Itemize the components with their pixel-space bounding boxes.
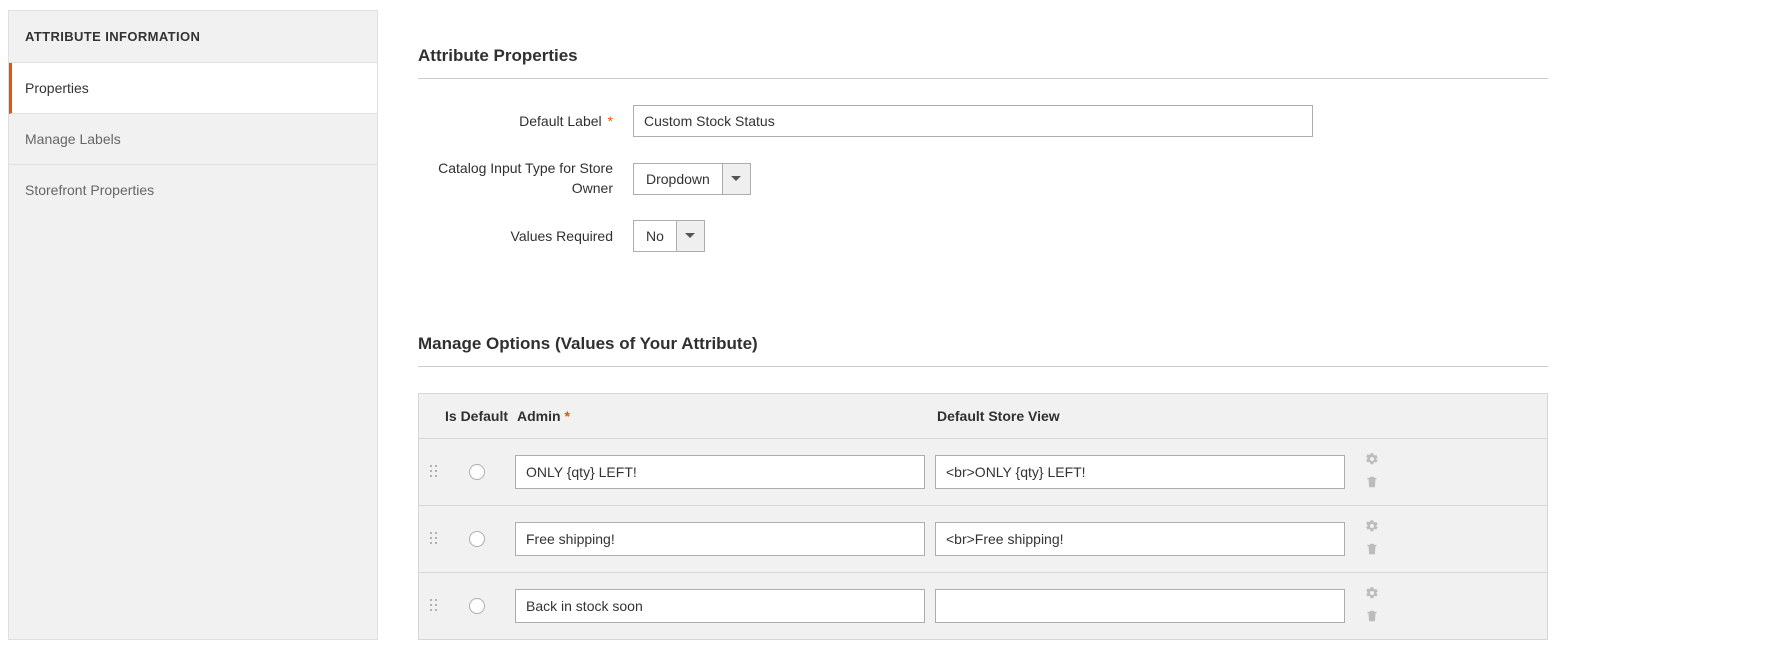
drag-handle[interactable]: [423, 531, 445, 547]
gear-icon: [1365, 452, 1379, 466]
catalog-input-type-select[interactable]: Dropdown: [633, 163, 751, 195]
values-required-select[interactable]: No: [633, 220, 705, 252]
drag-icon: [429, 464, 439, 480]
row-delete-button[interactable]: [1365, 542, 1379, 559]
row-settings-button[interactable]: [1365, 519, 1379, 536]
drag-handle[interactable]: [423, 464, 445, 480]
section-title-manage-options: Manage Options (Values of Your Attribute…: [418, 334, 1548, 367]
trash-icon: [1365, 609, 1379, 623]
row-catalog-input-type: Catalog Input Type for Store Owner Dropd…: [418, 159, 1548, 198]
select-toggle-button[interactable]: [722, 164, 750, 194]
option-default-store-view-input[interactable]: [935, 522, 1345, 556]
required-asterisk: *: [608, 113, 613, 129]
row-values-required: Values Required No: [418, 220, 1548, 252]
sidebar-header: ATTRIBUTE INFORMATION: [9, 11, 377, 63]
required-asterisk: *: [564, 408, 569, 424]
is-default-radio[interactable]: [469, 464, 485, 480]
header-admin-text: Admin: [517, 408, 561, 424]
sidebar-item-properties[interactable]: Properties: [9, 63, 377, 114]
option-admin-input[interactable]: [515, 589, 925, 623]
sidebar-item-storefront-properties[interactable]: Storefront Properties: [9, 165, 377, 215]
drag-icon: [429, 531, 439, 547]
select-toggle-button[interactable]: [676, 221, 704, 251]
option-default-store-view-input[interactable]: [935, 589, 1345, 623]
label-text: Default Label: [519, 113, 602, 129]
option-admin-input[interactable]: [515, 455, 925, 489]
trash-icon: [1365, 475, 1379, 489]
sidebar-item-label: Manage Labels: [25, 131, 121, 147]
row-settings-button[interactable]: [1365, 586, 1379, 603]
is-default-radio[interactable]: [469, 598, 485, 614]
label-default-label: Default Label *: [418, 112, 633, 131]
chevron-down-icon: [685, 233, 695, 239]
is-default-radio[interactable]: [469, 531, 485, 547]
gear-icon: [1365, 586, 1379, 600]
trash-icon: [1365, 542, 1379, 556]
label-catalog-input-type: Catalog Input Type for Store Owner: [418, 159, 633, 198]
gear-icon: [1365, 519, 1379, 533]
main-content: Attribute Properties Default Label * Cat…: [418, 10, 1768, 640]
row-default-label: Default Label *: [418, 105, 1548, 137]
label-values-required: Values Required: [418, 227, 633, 246]
attribute-info-sidebar: ATTRIBUTE INFORMATION Properties Manage …: [8, 10, 378, 640]
option-row: [418, 439, 1548, 506]
section-title-attribute-properties: Attribute Properties: [418, 46, 1548, 79]
row-delete-button[interactable]: [1365, 475, 1379, 492]
drag-icon: [429, 598, 439, 614]
sidebar-item-label: Properties: [25, 80, 89, 96]
sidebar-item-label: Storefront Properties: [25, 182, 154, 198]
select-value: No: [634, 221, 676, 251]
manage-options-table: Is Default Admin * Default Store View: [418, 393, 1548, 640]
label-text: Values Required: [511, 228, 613, 244]
manage-options-header-row: Is Default Admin * Default Store View: [418, 393, 1548, 439]
header-default-store-view: Default Store View: [935, 408, 1355, 424]
select-value: Dropdown: [634, 164, 722, 194]
sidebar-item-manage-labels[interactable]: Manage Labels: [9, 114, 377, 165]
row-delete-button[interactable]: [1365, 609, 1379, 626]
option-default-store-view-input[interactable]: [935, 455, 1345, 489]
header-is-default: Is Default: [445, 408, 515, 424]
row-settings-button[interactable]: [1365, 452, 1379, 469]
default-label-input[interactable]: [633, 105, 1313, 137]
page-root: ATTRIBUTE INFORMATION Properties Manage …: [0, 0, 1768, 640]
header-admin: Admin *: [515, 408, 935, 424]
drag-handle[interactable]: [423, 598, 445, 614]
option-admin-input[interactable]: [515, 522, 925, 556]
option-row: [418, 573, 1548, 640]
label-text: Catalog Input Type for Store Owner: [438, 160, 613, 196]
chevron-down-icon: [731, 176, 741, 182]
option-row: [418, 506, 1548, 573]
